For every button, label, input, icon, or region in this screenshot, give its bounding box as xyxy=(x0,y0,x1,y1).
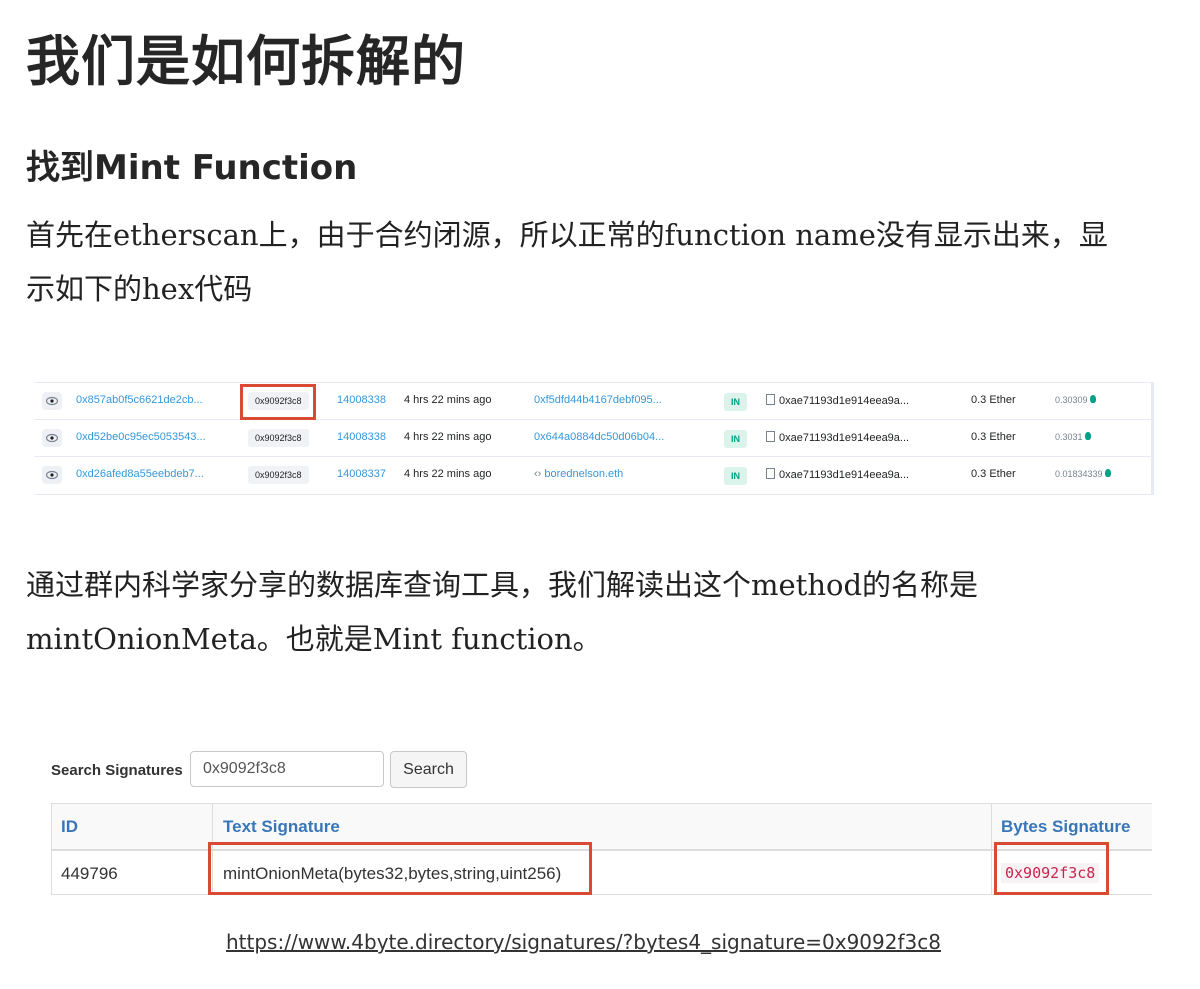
tx-value: 0.3 Ether xyxy=(971,431,1016,443)
tx-fee: 0.3031 xyxy=(1055,432,1091,442)
source-url-link[interactable]: https://www.4byte.directory/signatures/?… xyxy=(226,930,941,954)
block-link[interactable]: 14008337 xyxy=(337,468,386,480)
text-signature-highlight-box xyxy=(208,842,592,895)
tx-value: 0.3 Ether xyxy=(971,394,1016,406)
paragraph-etherscan: 首先在etherscan上，由于合约闭源，所以正常的function name没… xyxy=(26,218,1108,306)
signature-search-input[interactable] xyxy=(190,751,384,787)
from-address-text: borednelson.eth xyxy=(544,468,624,480)
etherscan-tx-table: 0x857ab0f5c6621de2cb... 0x9092f3c8 14008… xyxy=(34,382,1154,495)
bulb-icon xyxy=(1089,395,1096,403)
tx-hash-link[interactable]: 0xd52be0c95ec5053543... xyxy=(76,431,206,443)
tx-fee: 0.01834339 xyxy=(1055,469,1111,479)
block-link[interactable]: 14008338 xyxy=(337,394,386,406)
to-address-text: 0xae71193d1e914eea9a... xyxy=(779,469,910,481)
from-address-link[interactable]: 0x644a0884dc50d06b04... xyxy=(534,431,664,443)
direction-badge: IN xyxy=(724,393,747,411)
fourbyte-search-panel: Search Signatures Search ID Text Signatu… xyxy=(34,732,1152,912)
eye-icon[interactable] xyxy=(42,392,62,410)
column-divider xyxy=(991,804,992,894)
tx-age: 4 hrs 22 mins ago xyxy=(404,431,492,443)
tx-fee: 0.30309 xyxy=(1055,395,1096,405)
tx-fee-text: 0.30309 xyxy=(1055,395,1088,405)
to-address[interactable]: 0xae71193d1e914eea9a... xyxy=(766,431,909,444)
eye-icon[interactable] xyxy=(42,466,62,484)
to-address[interactable]: 0xae71193d1e914eea9a... xyxy=(766,468,909,481)
tx-row: 0xd52be0c95ec5053543... 0x9092f3c8 14008… xyxy=(34,419,1152,457)
to-address-text: 0xae71193d1e914eea9a... xyxy=(779,395,910,407)
contract-icon xyxy=(766,394,775,405)
section-heading: 找到Mint Function xyxy=(26,148,358,188)
contract-icon xyxy=(766,468,775,479)
search-button[interactable]: Search xyxy=(390,751,467,788)
page-heading: 我们是如何拆解的 xyxy=(26,30,466,93)
to-address-text: 0xae71193d1e914eea9a... xyxy=(779,432,910,444)
method-highlight-box xyxy=(240,384,316,420)
direction-badge: IN xyxy=(724,467,747,485)
paragraph-method-name: 通过群内科学家分享的数据库查询工具，我们解读出这个method的名称是mintO… xyxy=(26,568,979,656)
block-link[interactable]: 14008338 xyxy=(337,431,386,443)
direction-badge: IN xyxy=(724,430,747,448)
bytes-signature-highlight-box xyxy=(994,842,1109,895)
tx-row: 0xd26afed8a55eebdeb7... 0x9092f3c8 14008… xyxy=(34,456,1152,495)
tx-hash-link[interactable]: 0xd26afed8a55eebdeb7... xyxy=(76,468,204,480)
bulb-icon xyxy=(1084,432,1091,440)
signature-id: 449796 xyxy=(61,864,118,883)
tx-row: 0x857ab0f5c6621de2cb... 0x9092f3c8 14008… xyxy=(34,382,1152,420)
tx-fee-text: 0.01834339 xyxy=(1055,469,1103,479)
bulb-icon xyxy=(1104,469,1111,477)
method-badge: 0x9092f3c8 xyxy=(248,429,309,447)
method-badge: 0x9092f3c8 xyxy=(248,466,309,484)
from-address-link[interactable]: ‹› borednelson.eth xyxy=(534,468,623,480)
tx-age: 4 hrs 22 mins ago xyxy=(404,394,492,406)
tx-hash-link[interactable]: 0x857ab0f5c6621de2cb... xyxy=(76,394,203,406)
column-id: ID xyxy=(61,817,78,836)
code-icon: ‹› xyxy=(534,468,542,480)
tx-age: 4 hrs 22 mins ago xyxy=(404,468,492,480)
column-text-signature: Text Signature xyxy=(223,817,340,836)
column-bytes-signature: Bytes Signature xyxy=(1001,817,1131,836)
to-address[interactable]: 0xae71193d1e914eea9a... xyxy=(766,394,909,407)
search-label: Search Signatures xyxy=(51,762,183,779)
contract-icon xyxy=(766,431,775,442)
eye-icon[interactable] xyxy=(42,429,62,447)
tx-fee-text: 0.3031 xyxy=(1055,432,1083,442)
column-divider xyxy=(51,804,52,894)
tx-value: 0.3 Ether xyxy=(971,468,1016,480)
from-address-link[interactable]: 0xf5dfd44b4167debf095... xyxy=(534,394,662,406)
